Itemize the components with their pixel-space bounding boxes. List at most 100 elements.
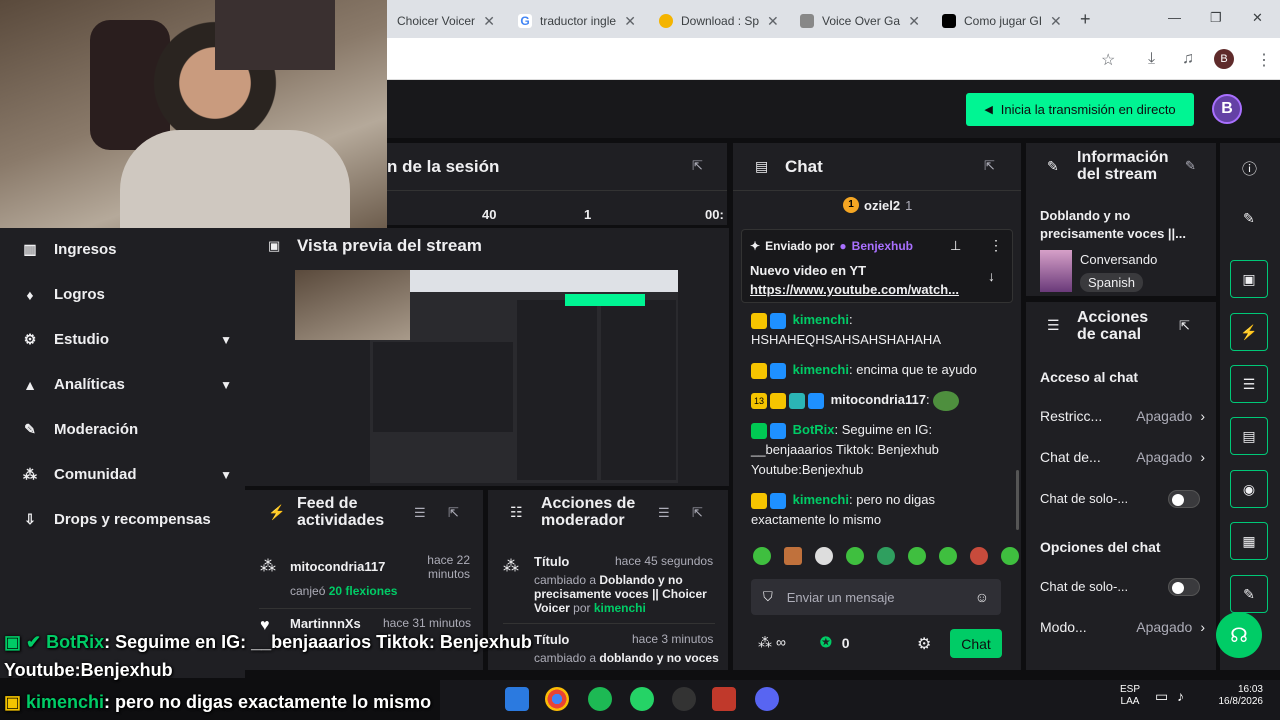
quick-action-broadcast-icon[interactable]: ◉ (1230, 470, 1268, 508)
whatsapp-icon[interactable] (630, 687, 654, 711)
chat-restriction-row[interactable]: Restricc... Apagado › (1040, 408, 1205, 424)
emote-icon[interactable] (784, 547, 802, 565)
popout-icon[interactable]: ⇱ (692, 158, 703, 174)
browser-tab[interactable]: Voice Over Ga ✕ (790, 6, 930, 36)
popout-icon[interactable]: ⇱ (984, 158, 995, 174)
unpin-icon[interactable]: ⊥ (950, 238, 961, 254)
discord-icon[interactable] (755, 687, 779, 711)
download-icon[interactable]: ⤓ (1148, 50, 1155, 68)
activity-user[interactable]: mitocondria117 (290, 559, 385, 574)
sidebar-item-logros[interactable]: ♦ Logros (22, 286, 232, 303)
close-window-button[interactable]: ✕ (1252, 10, 1263, 26)
close-tab-icon[interactable]: ✕ (1050, 13, 1062, 30)
profile-avatar[interactable]: B (1214, 49, 1234, 69)
language-indicator[interactable]: ESP LAA (1120, 684, 1140, 708)
chat-settings-indicator[interactable]: ⁂ ∞ (758, 634, 786, 651)
emoji-icon[interactable]: ☺ (975, 589, 989, 605)
browser-tab[interactable]: Como jugar GI ✕ (932, 6, 1070, 36)
sidebar-item-moderacion[interactable]: ✎ Moderación (22, 421, 232, 438)
windows-start-icon[interactable] (505, 687, 529, 711)
clock[interactable]: 16:03 16/8/2026 (1205, 684, 1264, 708)
quick-action-stream-icon[interactable]: ▣ (1230, 260, 1268, 298)
sidebar-item-analiticas[interactable]: ▲ Analíticas ▼ (22, 376, 232, 393)
channel-points-balance[interactable]: ✪ 0 (820, 634, 850, 651)
sidebar-item-ingresos[interactable]: ▥ Ingresos (22, 241, 232, 258)
browser-tab[interactable]: Download : Sp ✕ (649, 6, 787, 36)
followers-only-toggle[interactable] (1168, 490, 1200, 508)
emote-icon[interactable] (1001, 547, 1019, 565)
chat-delay-row[interactable]: Chat de... Apagado › (1040, 449, 1205, 465)
chat-username[interactable]: kimenchi (793, 492, 849, 507)
chat-scrollbar[interactable] (1016, 470, 1019, 530)
title-line: Feed de (297, 495, 358, 512)
popout-icon[interactable]: ⇱ (1179, 318, 1190, 334)
chat-username[interactable]: kimenchi (793, 362, 849, 377)
voicemeeter-icon[interactable] (712, 687, 736, 711)
sidebar-item-comunidad[interactable]: ⁂ Comunidad ▼ (22, 466, 232, 483)
quick-action-wrench-icon[interactable]: ✎ (1230, 575, 1268, 613)
quick-action-layout-icon[interactable]: ▦ (1230, 522, 1268, 560)
pinned-user[interactable]: Benjexhub (852, 239, 913, 253)
emote-icon[interactable] (939, 547, 957, 565)
sidebar-item-drops[interactable]: ⇩ Drops y recompensas (22, 511, 232, 528)
arrow-down-icon[interactable]: ↓ (988, 268, 995, 284)
popout-icon[interactable]: ⇱ (448, 505, 459, 521)
emote-icon[interactable] (877, 547, 895, 565)
stream-preview-thumbnail[interactable] (295, 270, 678, 483)
close-tab-icon[interactable]: ✕ (624, 13, 636, 30)
media-control-icon[interactable]: ♫ (1182, 50, 1194, 68)
minimize-button[interactable]: — (1168, 10, 1181, 25)
mod-action-user[interactable]: kimenchi (594, 601, 646, 615)
close-tab-icon[interactable]: ✕ (483, 13, 495, 30)
bookmark-star-icon[interactable]: ☆ (1101, 50, 1115, 70)
chat-mode-row[interactable]: Modo... Apagado › (1040, 619, 1205, 635)
user-avatar[interactable]: B (1212, 94, 1242, 124)
leader-name: oziel2 (864, 197, 901, 213)
sidebar-item-estudio[interactable]: ⚙ Estudio ▼ (22, 331, 232, 348)
pencil-icon[interactable]: ✎ (1243, 210, 1255, 227)
language-tag[interactable]: Spanish (1080, 273, 1143, 292)
popout-icon[interactable]: ⇱ (692, 505, 703, 521)
browser-tab[interactable]: Choicer Voicer ✕ (387, 6, 505, 36)
chat-leaderboard[interactable]: 1 oziel2 1 (843, 197, 912, 213)
go-live-button[interactable]: ◀ Inicia la transmisión en directo (966, 93, 1194, 126)
chat-username[interactable]: mitocondria117 (831, 392, 926, 407)
emote-icon[interactable] (846, 547, 864, 565)
kebab-icon[interactable]: ⋮ (989, 237, 1003, 254)
chat-username[interactable]: kimenchi (793, 312, 849, 327)
chat-send-button[interactable]: Chat (950, 629, 1002, 658)
category-box-art[interactable] (1040, 250, 1072, 292)
pinned-link[interactable]: https://www.youtube.com/watch... (750, 282, 959, 297)
gear-icon[interactable]: ⚙ (917, 634, 931, 654)
maximize-button[interactable]: ❐ (1210, 10, 1222, 26)
close-tab-icon[interactable]: ✕ (908, 13, 920, 30)
emote-only-toggle[interactable] (1168, 578, 1200, 596)
title-line: actividades (297, 512, 385, 529)
activity-user[interactable]: MartinnnXs (290, 616, 361, 631)
emote-icon[interactable] (908, 547, 926, 565)
emote-icon[interactable] (753, 547, 771, 565)
filter-icon[interactable]: ☰ (414, 505, 426, 521)
network-icon[interactable]: ▭ (1155, 688, 1168, 705)
info-icon[interactable]: ⓘ (1242, 158, 1257, 179)
filter-icon[interactable]: ☰ (658, 505, 670, 521)
emote-icon[interactable] (970, 547, 988, 565)
obs-icon[interactable] (672, 687, 696, 711)
menu-kebab-icon[interactable]: ⋮ (1256, 50, 1272, 70)
browser-tab[interactable]: G traductor ingle ✕ (508, 6, 646, 36)
volume-icon[interactable]: ♪ (1177, 688, 1184, 704)
stream-category[interactable]: Conversando (1080, 252, 1157, 267)
support-chat-icon[interactable]: ☊ (1216, 612, 1262, 658)
spotify-icon[interactable] (588, 687, 612, 711)
quick-action-chat-icon[interactable]: ▤ (1230, 417, 1268, 455)
edit-icon[interactable]: ✎ (1185, 158, 1196, 174)
new-tab-button[interactable]: + (1080, 9, 1091, 30)
chat-username[interactable]: BotRix (793, 422, 835, 437)
shield-icon[interactable]: ⛉ (763, 589, 773, 605)
close-tab-icon[interactable]: ✕ (767, 13, 779, 30)
quick-action-list-icon[interactable]: ☰ (1230, 365, 1268, 403)
chrome-icon[interactable] (545, 687, 569, 711)
emote-icon[interactable] (815, 547, 833, 565)
chat-input[interactable]: ⛉ Enviar un mensaje ☺ (751, 579, 1001, 615)
quick-action-lightning-icon[interactable]: ⚡ (1230, 313, 1268, 351)
